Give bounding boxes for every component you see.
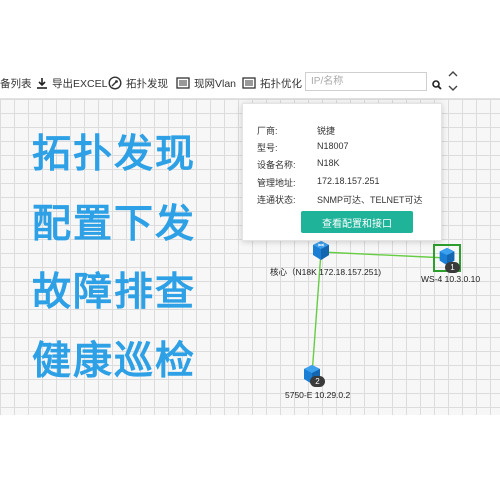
model-label: 型号: bbox=[257, 143, 278, 153]
promo-line-4: 健康巡检 bbox=[32, 339, 197, 384]
connectivity-value: SNMP可达、TELNET可达 bbox=[317, 195, 423, 205]
node-ws4-label: WS-4 10.3.0.10 bbox=[421, 274, 481, 284]
node-core[interactable] bbox=[309, 239, 333, 268]
model-value: N18007 bbox=[317, 141, 349, 151]
node-core-label: 核心（N18K 172.18.157.251) bbox=[270, 267, 382, 277]
device-info-popup: 厂商: 锐捷 型号: N18007 设备名称: N18K 管理地址: 172.1… bbox=[242, 103, 442, 241]
mgmt-address-value: 172.18.157.251 bbox=[317, 176, 380, 186]
promo-line-3: 故障排查 bbox=[32, 270, 197, 315]
bottom-blank-area bbox=[0, 415, 500, 500]
vendor-label: 厂商: bbox=[257, 126, 278, 136]
node-5750e-badge: 2 bbox=[310, 376, 325, 387]
node-5750e-label: 5750-E 10.29.0.2 bbox=[285, 390, 351, 400]
view-config-interfaces-button[interactable]: 查看配置和接口 bbox=[301, 211, 413, 233]
switch-icon bbox=[313, 241, 329, 260]
vendor-value: 锐捷 bbox=[317, 126, 336, 136]
device-name-label: 设备名称: bbox=[257, 160, 296, 170]
link-core-ws4 bbox=[320, 251, 448, 259]
mgmt-address-label: 管理地址: bbox=[257, 178, 296, 188]
promo-line-1: 拓扑发现 bbox=[32, 132, 197, 177]
connectivity-label: 连通状态: bbox=[257, 195, 296, 205]
node-ws4[interactable]: 1 bbox=[433, 244, 461, 273]
promo-line-2: 配置下发 bbox=[32, 202, 197, 247]
device-name-value: N18K bbox=[317, 158, 340, 168]
node-5750e[interactable]: 2 bbox=[300, 363, 326, 389]
node-ws4-badge: 1 bbox=[445, 262, 460, 273]
